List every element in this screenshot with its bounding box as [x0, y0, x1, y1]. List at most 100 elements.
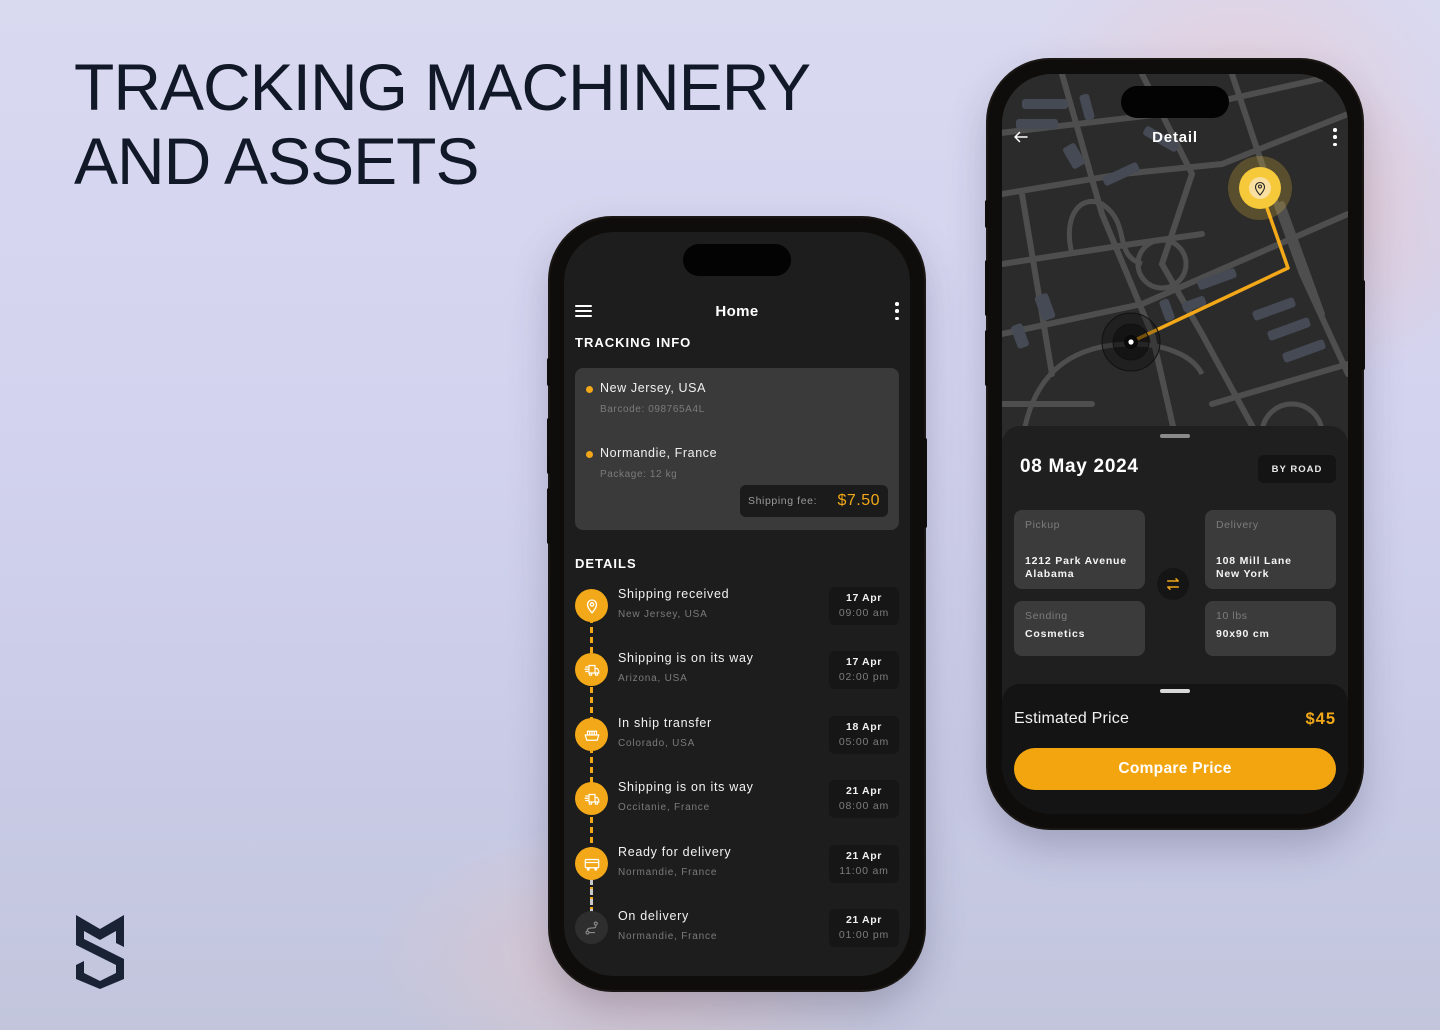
timeline-time: 09:00 am [838, 607, 890, 619]
delivery-card[interactable]: Delivery 108 Mill Lane New York [1205, 510, 1336, 589]
phone-side-button [547, 488, 551, 544]
truck-icon [575, 653, 608, 686]
delivery-label: Delivery [1216, 519, 1259, 531]
timeline-date-badge: 17 Apr 09:00 am [829, 587, 899, 625]
timeline-item[interactable]: On delivery Normandie, France 21 Apr 01:… [575, 909, 899, 959]
estimated-price-label: Estimated Price [1014, 710, 1130, 727]
timeline-location: Normandie, France [618, 867, 718, 878]
headline-line-1: TRACKING MACHINERY [74, 50, 811, 124]
timeline-item[interactable]: Ready for delivery Normandie, France 21 … [575, 845, 899, 895]
page-headline: TRACKING MACHINERY AND ASSETS [74, 50, 811, 198]
phone-side-button [985, 260, 989, 316]
price-panel: Estimated Price $45 Compare Price [1002, 684, 1348, 814]
weight-label: 10 lbs [1216, 610, 1248, 622]
timeline-date-badge: 21 Apr 01:00 pm [829, 909, 899, 947]
kebab-icon[interactable] [894, 302, 900, 320]
phone-side-button [1361, 280, 1365, 370]
swap-icon[interactable] [1157, 568, 1189, 600]
timeline-date: 18 Apr [846, 721, 882, 733]
timeline-date: 21 Apr [846, 914, 882, 926]
timeline-location: Arizona, USA [618, 673, 688, 684]
origin-dot-icon [586, 386, 593, 393]
timeline-date-badge: 18 Apr 05:00 am [829, 716, 899, 754]
shipping-fee-value: $7.50 [837, 492, 880, 509]
timeline-title: Shipping is on its way [618, 651, 754, 665]
destination-pin-icon[interactable] [1228, 156, 1292, 220]
timeline-title: On delivery [618, 909, 689, 923]
origin-marker-icon[interactable] [1101, 312, 1161, 372]
pickup-card[interactable]: Pickup 1212 Park Avenue Alabama [1014, 510, 1145, 589]
timeline-item[interactable]: Shipping received New Jersey, USA 17 Apr… [575, 587, 899, 637]
pickup-label: Pickup [1025, 519, 1061, 531]
timeline-location: New Jersey, USA [618, 609, 708, 620]
detail-screen: Detail 08 May 2024 BY ROAD Pickup 1212 P… [1002, 74, 1348, 814]
tracking-info-card[interactable]: New Jersey, USA Barcode: 098765A4L Norma… [575, 368, 899, 530]
sending-label: Sending [1025, 610, 1068, 622]
timeline-date: 21 Apr [846, 850, 882, 862]
detail-phone: Detail 08 May 2024 BY ROAD Pickup 1212 P… [985, 60, 1365, 828]
timeline-item[interactable]: Shipping is on its way Arizona, USA 17 A… [575, 651, 899, 701]
timeline-date: 17 Apr [846, 656, 882, 668]
shipment-date: 08 May 2024 [1020, 456, 1139, 477]
timeline-title: Ready for delivery [618, 845, 732, 859]
shipment-sheet: 08 May 2024 BY ROAD Pickup 1212 Park Ave… [1002, 426, 1348, 814]
location-pin-icon [575, 589, 608, 622]
transport-mode-badge: BY ROAD [1258, 455, 1336, 483]
sheet-drag-handle[interactable] [1160, 434, 1190, 438]
destination-name: Normandie, France [600, 446, 718, 460]
ship-icon [575, 718, 608, 751]
home-topbar: Home [564, 296, 910, 326]
timeline-title: Shipping received [618, 587, 730, 601]
home-phone: Home TRACKING INFO New Jersey, USA Barco… [547, 218, 927, 990]
home-screen: Home TRACKING INFO New Jersey, USA Barco… [564, 232, 910, 976]
panel-drag-handle[interactable] [1160, 689, 1190, 693]
dimensions-value: 90x90 cm [1216, 628, 1270, 640]
truck-icon [575, 782, 608, 815]
delivery-address-line-2: New York [1216, 568, 1270, 580]
shipping-fee-label: Shipping fee: [748, 495, 818, 507]
timeline-date: 17 Apr [846, 592, 882, 604]
page-title: Detail [1152, 128, 1198, 146]
timeline-title: Shipping is on its way [618, 780, 754, 794]
route-icon [575, 911, 608, 944]
detail-topbar: Detail [1002, 122, 1348, 152]
timeline-date: 21 Apr [846, 785, 882, 797]
barcode-text: Barcode: 098765A4L [600, 404, 705, 415]
phone-side-button [985, 330, 989, 386]
timeline-time: 11:00 am [839, 865, 889, 877]
timeline-time: 02:00 pm [838, 671, 890, 683]
arrow-left-icon[interactable] [1012, 128, 1030, 146]
compare-price-button[interactable]: Compare Price [1014, 748, 1336, 790]
page-title: Home [715, 302, 759, 320]
phone-side-button [547, 418, 551, 474]
timeline-location: Occitanie, France [618, 802, 710, 813]
hamburger-icon[interactable] [575, 305, 592, 317]
origin-name: New Jersey, USA [600, 381, 707, 395]
dynamic-island [683, 244, 791, 276]
shield-s-logo-icon [76, 915, 124, 989]
pickup-address-line-1: 1212 Park Avenue [1025, 555, 1127, 567]
timeline-time: 01:00 pm [838, 929, 890, 941]
package-weight-text: Package: 12 kg [600, 469, 678, 480]
headline-line-2: AND ASSETS [74, 124, 479, 198]
timeline-date-badge: 17 Apr 02:00 pm [829, 651, 899, 689]
timeline-title: In ship transfer [618, 716, 712, 730]
details-title: DETAILS [575, 556, 637, 571]
sending-card[interactable]: Sending Cosmetics [1014, 601, 1145, 656]
timeline-location: Normandie, France [618, 931, 718, 942]
timeline-location: Colorado, USA [618, 738, 696, 749]
timeline-item[interactable]: Shipping is on its way Occitanie, France… [575, 780, 899, 830]
weight-card[interactable]: 10 lbs 90x90 cm [1205, 601, 1336, 656]
container-icon [575, 847, 608, 880]
kebab-icon[interactable] [1332, 128, 1338, 146]
destination-dot-icon [586, 451, 593, 458]
delivery-address-line-1: 108 Mill Lane [1216, 555, 1292, 567]
timeline-date-badge: 21 Apr 11:00 am [829, 845, 899, 883]
timeline-item[interactable]: In ship transfer Colorado, USA 18 Apr 05… [575, 716, 899, 766]
phone-side-button [547, 358, 551, 386]
shipping-fee-badge: Shipping fee: $7.50 [740, 485, 888, 517]
pickup-address-line-2: Alabama [1025, 568, 1075, 580]
dynamic-island [1121, 86, 1229, 118]
estimated-price-value: $45 [1305, 710, 1336, 728]
timeline-time: 08:00 am [838, 800, 890, 812]
